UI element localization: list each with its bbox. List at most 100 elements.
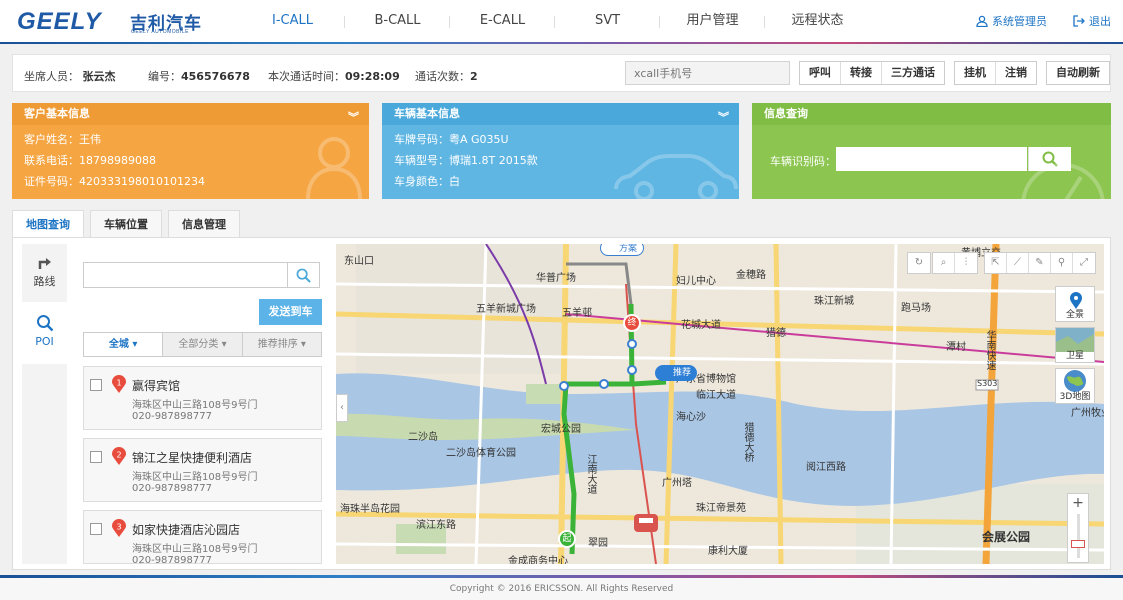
poi-list-item[interactable]: 1 赢得宾馆 海珠区中山三路108号9号门 020-987898777 — [83, 366, 322, 430]
ruler-icon[interactable]: ⟋ — [1007, 253, 1029, 273]
sign-out-button[interactable]: 注销 — [996, 62, 1036, 84]
route-scheme-tag[interactable]: 方案 — [600, 244, 645, 256]
edit-icon[interactable]: ✎ — [1029, 253, 1051, 273]
zoom-slider-track[interactable] — [1077, 514, 1080, 558]
poi-list-item[interactable]: 2 锦江之星快捷便利酒店 海珠区中山三路108号9号门 020-98789877… — [83, 438, 322, 502]
map-view[interactable]: 东山口 华普广场 五羊邨 五羊新城广场 妇儿中心 金穗路 花城大道 猎德 潭村 … — [336, 244, 1104, 564]
map-label: 临江大道 — [696, 390, 736, 401]
collapse-panel-toggle[interactable]: ‹ — [336, 394, 348, 422]
map-label: 华南快速 — [984, 330, 995, 370]
search-icon — [296, 268, 311, 283]
tab-vehicle-position[interactable]: 车辆位置 — [90, 210, 162, 238]
route-scheme-label: 方案 — [619, 244, 638, 254]
transfer-button[interactable]: 转接 — [841, 62, 882, 84]
send-to-car-button[interactable]: 发送到车 — [259, 299, 322, 325]
customer-info-header: 客户基本信息 ︾ — [12, 103, 369, 125]
map-label: 跑马场 — [901, 303, 931, 314]
fullscreen-icon[interactable]: ⤢ — [1073, 253, 1095, 273]
map-label: 妇儿中心 — [676, 276, 716, 287]
map-label: 五羊新城广场 — [476, 304, 536, 315]
customer-info-panel: 客户基本信息 ︾ 客户姓名：王伟 联系电话：18798989088 证件号码：4… — [12, 103, 369, 199]
maptype-3d[interactable]: 3D地图 — [1055, 368, 1095, 404]
agent-label: 坐席人员： — [24, 70, 79, 83]
zoom-slider-handle[interactable] — [1071, 540, 1085, 548]
thermometer-icon[interactable]: ⫶ — [955, 253, 977, 273]
poi-number: 3 — [116, 523, 121, 532]
vehicle-info-panel: 车辆基本信息 ︾ 车牌号码：粤A G035U 车辆型号：博瑞1.8T 2015款… — [382, 103, 739, 199]
map-label: 江南大道 — [585, 454, 596, 494]
tab-info-management[interactable]: 信息管理 — [168, 210, 240, 238]
map-label: 会展公园 — [982, 530, 1031, 544]
call-time-label: 本次通话时间： — [268, 70, 345, 83]
filter-category-dropdown[interactable]: 全部分类 ▾ — [163, 333, 243, 356]
nav-poi[interactable]: POI — [22, 302, 67, 364]
phone-input[interactable] — [625, 61, 790, 85]
poi-checkbox[interactable] — [90, 379, 102, 391]
footer-copyright: Copyright © 2016 ERICSSON. All Rights Re… — [0, 578, 1123, 600]
poi-search-button[interactable] — [287, 263, 319, 287]
poi-number: 1 — [116, 379, 121, 388]
maptype-satellite[interactable]: 卫星 — [1055, 327, 1095, 363]
maptype-label: 卫星 — [1065, 351, 1084, 361]
car-watermark-icon — [614, 154, 738, 199]
call-button[interactable]: 呼叫 — [800, 62, 841, 84]
refresh-icon[interactable]: ↻ — [908, 253, 930, 273]
route-end-marker[interactable]: 终 — [623, 314, 641, 332]
info-query-panel: 信息查询 车辆识别码： — [752, 103, 1111, 199]
call-count-info: 通话次数：2 — [415, 68, 478, 84]
poi-address: 海珠区中山三路108号9号门 — [132, 544, 258, 555]
vehicle-info-header: 车辆基本信息 ︾ — [382, 103, 739, 125]
color-label: 车身颜色： — [394, 175, 449, 188]
maptype-panorama[interactable]: 全景 — [1055, 286, 1095, 322]
tab-map-query[interactable]: 地图查询 — [12, 210, 84, 238]
poi-list-item[interactable]: 3 如家快捷酒店沁园店 海珠区中山三路108号9号门 020-987898777 — [83, 510, 322, 564]
brand-logo-sub: GEELY AUTOMOBILE — [131, 29, 190, 35]
nav-bcall[interactable]: B-CALL — [345, 0, 450, 42]
logout-label: 退出 — [1089, 15, 1111, 28]
route-recommend-tag[interactable]: 推荐 — [655, 365, 698, 381]
call-button-group: 呼叫 转接 三方通话 — [799, 61, 945, 85]
call-count-label: 通话次数： — [415, 70, 470, 83]
customer-phone-label: 联系电话： — [24, 154, 79, 167]
zoom-control: + — [1067, 493, 1089, 563]
map-label: 二沙岛 — [408, 432, 438, 443]
person-watermark-icon — [306, 137, 362, 199]
nav-icall[interactable]: I-CALL — [240, 0, 345, 42]
plate-label: 车牌号码： — [394, 133, 449, 146]
filter-sort-dropdown[interactable]: 推荐排序 ▾ — [242, 333, 321, 356]
hangup-button[interactable]: 挂机 — [955, 62, 996, 84]
auto-refresh-button[interactable]: 自动刷新 — [1047, 62, 1109, 84]
poi-search-box[interactable] — [83, 262, 320, 288]
zoom-search-icon[interactable]: ⌕ — [933, 253, 955, 273]
collapse-chevron-icon[interactable]: ︾ — [718, 107, 729, 129]
poi-checkbox[interactable] — [90, 523, 102, 535]
call-time-info: 本次通话时间：09:28:09 — [268, 68, 400, 84]
nav-label: E-CALL — [479, 13, 526, 28]
share-icon[interactable]: ⇱ — [985, 253, 1007, 273]
collapse-chevron-icon[interactable]: ︾ — [348, 107, 359, 129]
nav-user-management[interactable]: 用户管理 — [660, 0, 765, 42]
filter-city-dropdown[interactable]: 全城 ▾ — [84, 333, 164, 356]
map-pin-icon: 2 — [112, 447, 126, 465]
map-query-content: 路线 POI 发送到车 全城 ▾ 全部分类 ▾ 推荐排序 ▾ 1 赢得宾馆 海珠… — [12, 237, 1111, 570]
map-pin-icon: 1 — [112, 375, 126, 393]
poi-checkbox[interactable] — [90, 451, 102, 463]
three-way-call-button[interactable]: 三方通话 — [882, 62, 944, 84]
nav-ecall[interactable]: E-CALL — [450, 0, 555, 42]
nav-svt[interactable]: SVT — [555, 0, 660, 42]
customer-phone-value: 18798989088 — [79, 154, 156, 167]
nav-route[interactable]: 路线 — [22, 244, 67, 300]
call-count-value: 2 — [470, 70, 478, 83]
map-label: 二沙岛体育公园 — [446, 448, 516, 459]
pin-icon[interactable]: ⚲ — [1051, 253, 1073, 273]
current-user[interactable]: 系统管理员 — [976, 13, 1047, 29]
zoom-in-button[interactable]: + — [1068, 494, 1088, 512]
vin-input[interactable] — [836, 147, 1027, 171]
poi-filter-row: 全城 ▾ 全部分类 ▾ 推荐排序 ▾ — [83, 332, 322, 357]
customer-name-label: 客户姓名： — [24, 133, 79, 146]
nav-remote-status[interactable]: 远程状态 — [765, 0, 870, 42]
route-end-label: 终 — [627, 318, 637, 328]
logout-link[interactable]: 退出 — [1073, 13, 1111, 29]
top-header: GEELY 吉利汽车 GEELY AUTOMOBILE I-CALL B-CAL… — [0, 0, 1123, 44]
route-start-marker[interactable]: 起 — [558, 530, 576, 548]
